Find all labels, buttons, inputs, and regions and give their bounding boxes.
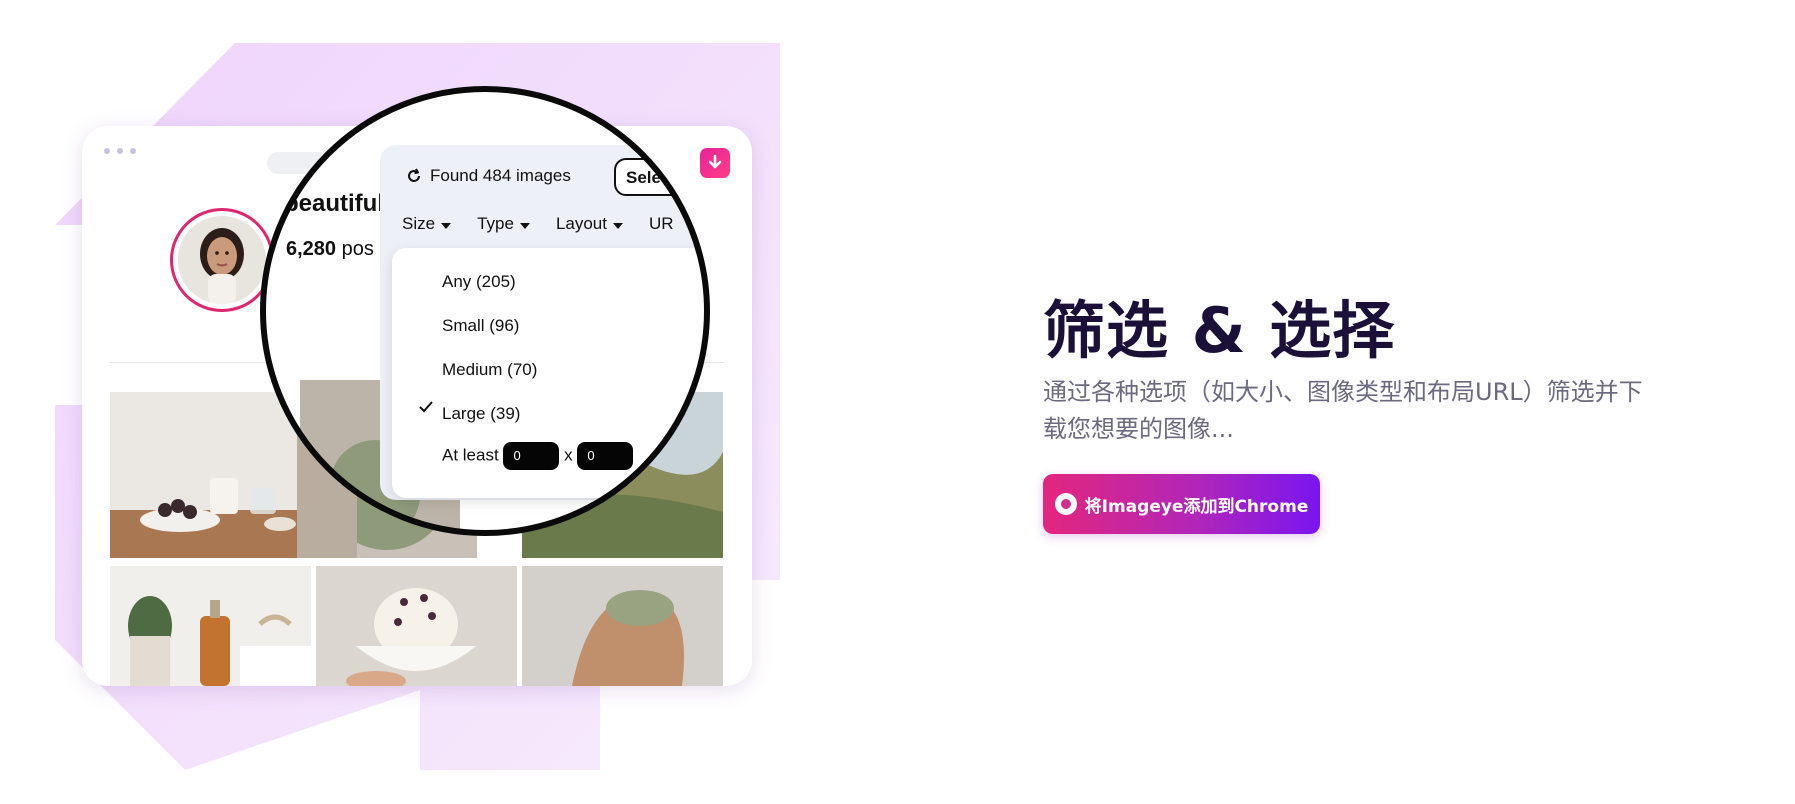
- caret-down-icon: [612, 222, 623, 229]
- size-option-large[interactable]: Large (39): [442, 404, 520, 424]
- add-to-chrome-label: 将Imageye添加到Chrome: [1084, 496, 1309, 517]
- profile-posts: 6,280 pos: [286, 238, 374, 260]
- chrome-icon: [1054, 493, 1077, 515]
- caret-down-icon: [441, 222, 452, 229]
- grid-photo-soap: [110, 566, 311, 686]
- check-icon: [419, 401, 433, 413]
- caret-down-icon: [519, 222, 530, 229]
- at-least-label: At least: [442, 445, 499, 465]
- add-to-chrome-button[interactable]: 将Imageye添加到Chrome: [1043, 474, 1320, 534]
- size-option-small[interactable]: Small (96): [442, 316, 519, 336]
- min-height-input[interactable]: 0: [577, 442, 634, 470]
- found-count: Found 484 images: [406, 166, 571, 186]
- filter-bar: Size Type Layout UR: [402, 214, 674, 234]
- magnifier-lens: beautiful 6,280 pos Found 484 images Sel…: [260, 86, 710, 536]
- filter-layout[interactable]: Layout: [556, 214, 623, 234]
- filter-size[interactable]: Size: [402, 214, 452, 234]
- size-option-medium[interactable]: Medium (70): [442, 360, 537, 380]
- select-button[interactable]: Sele: [614, 158, 710, 196]
- min-width-input[interactable]: 0: [503, 442, 560, 470]
- size-at-least-row: At least 0 x 0: [442, 442, 634, 470]
- page-description: 通过各种选项（如大小、图像类型和布局URL）筛选并下载您想要的图像...: [1043, 378, 1643, 443]
- times-label: x: [564, 445, 573, 465]
- page-title: 筛选 & 选择: [1043, 294, 1396, 367]
- size-option-any[interactable]: Any (205): [442, 272, 516, 292]
- grid-photo-icecream: [316, 566, 517, 686]
- avatar: [170, 208, 274, 312]
- profile-name: beautiful: [284, 190, 384, 217]
- filter-type[interactable]: Type: [477, 214, 530, 234]
- window-dots: [104, 148, 136, 154]
- refresh-icon[interactable]: [406, 168, 422, 184]
- filter-url[interactable]: UR: [649, 214, 674, 234]
- grid-photo-yoga-bottom: [522, 566, 723, 686]
